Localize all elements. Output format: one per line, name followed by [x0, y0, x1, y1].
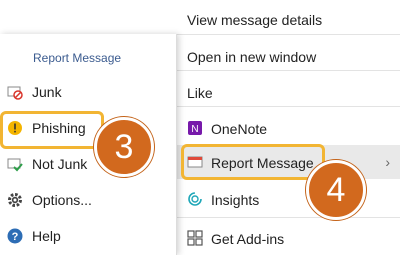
submenu-item-label: Not Junk — [32, 156, 88, 172]
insights-icon — [187, 191, 203, 207]
menu-item-view-message-details[interactable]: View message details — [177, 2, 400, 36]
addins-icon — [187, 230, 203, 246]
svg-text:?: ? — [12, 231, 19, 243]
screenshot: View message details Open in new window … — [0, 0, 400, 255]
submenu-item-label: Help — [32, 228, 61, 244]
svg-text:N: N — [191, 124, 198, 135]
menu-separator — [177, 217, 400, 218]
menu-separator — [177, 34, 400, 35]
menu-item-label: Like — [187, 85, 213, 101]
phishing-highlight-box — [0, 111, 104, 149]
menu-item-insights[interactable]: Insights — [177, 182, 400, 216]
submenu-item-junk[interactable]: Junk — [0, 78, 176, 108]
report-message-highlight-box — [181, 144, 325, 180]
step-4-callout: 4 — [306, 160, 366, 220]
submenu-title: Report Message — [33, 51, 122, 65]
menu-separator — [177, 106, 400, 107]
menu-separator — [177, 70, 400, 71]
submenu-item-options[interactable]: Options... — [0, 186, 176, 216]
submenu-item-label: Junk — [32, 84, 62, 100]
chevron-right-icon: › — [385, 154, 390, 170]
menu-item-label: View message details — [187, 12, 323, 28]
onenote-icon: N — [187, 120, 203, 136]
help-icon: ? — [7, 228, 23, 244]
background — [0, 0, 176, 34]
menu-item-label: Insights — [211, 192, 260, 208]
menu-item-like[interactable]: Like — [177, 75, 400, 109]
submenu-item-help[interactable]: ? Help — [0, 222, 176, 252]
menu-item-label: OneNote — [211, 121, 268, 137]
menu-item-open-in-new-window[interactable]: Open in new window — [177, 39, 400, 73]
junk-icon — [7, 84, 23, 100]
gear-icon — [7, 192, 23, 208]
menu-item-onenote[interactable]: N OneNote — [177, 111, 400, 145]
step-3-callout: 3 — [94, 117, 154, 177]
not-junk-icon — [7, 156, 23, 172]
menu-item-label: Open in new window — [187, 49, 317, 65]
menu-item-get-add-ins[interactable]: Get Add-ins — [177, 221, 400, 255]
submenu-item-label: Options... — [32, 192, 92, 208]
menu-item-label: Get Add-ins — [211, 231, 285, 247]
